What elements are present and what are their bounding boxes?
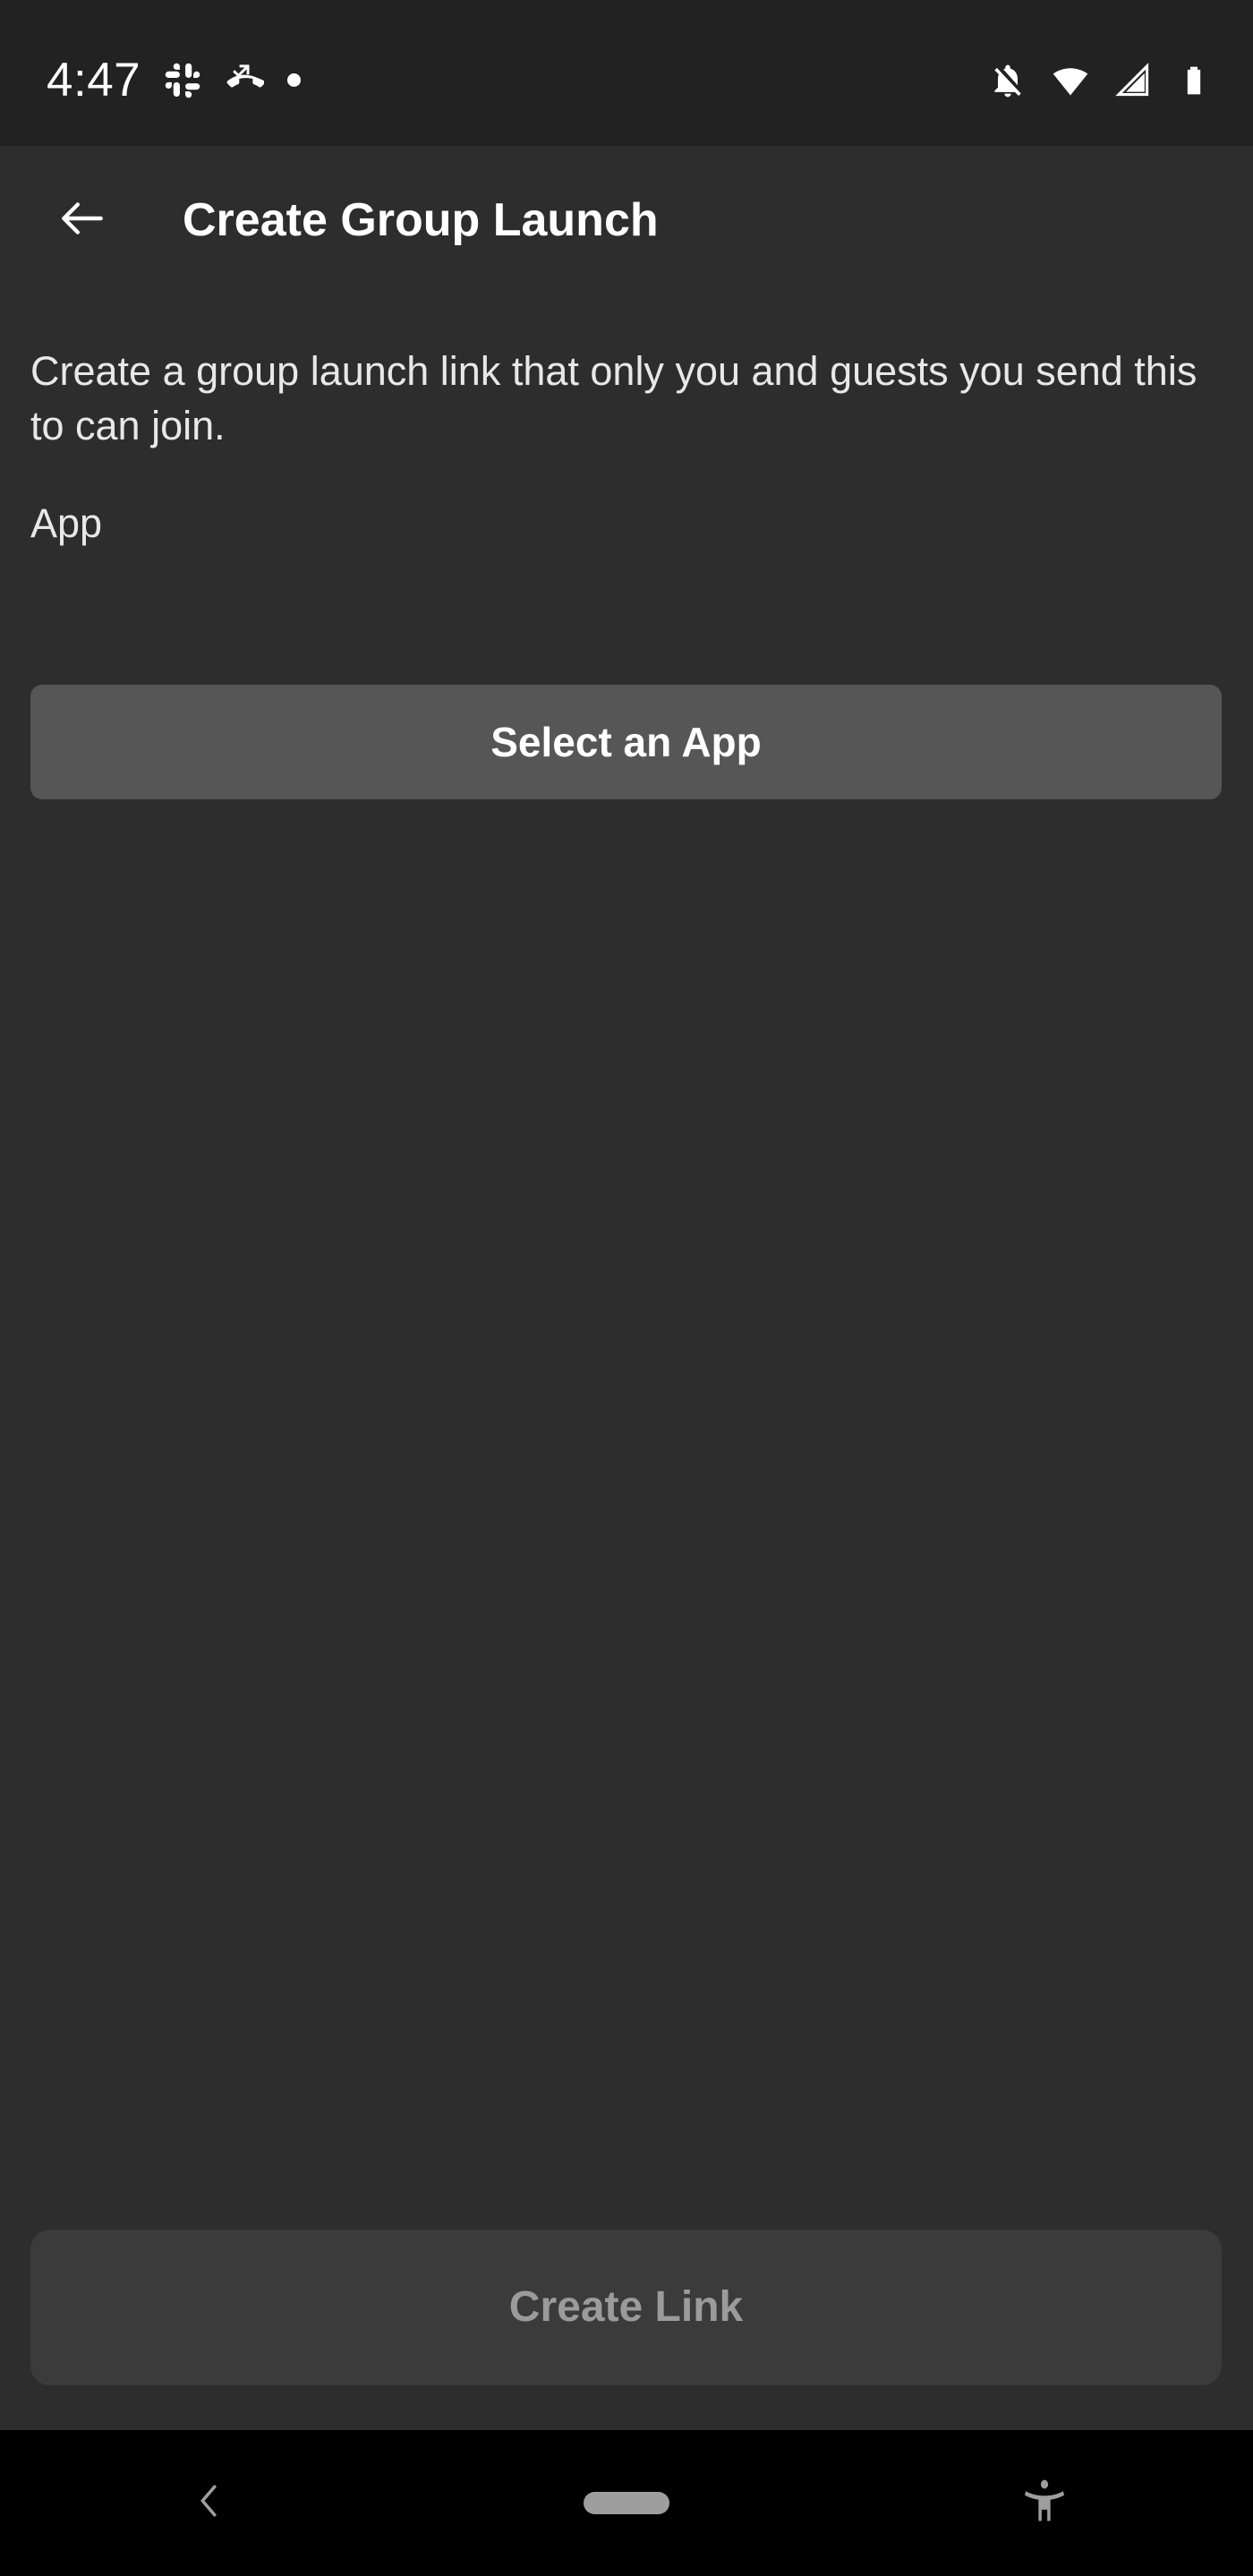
silent-mode-icon — [988, 61, 1027, 100]
status-bar-clock: 4:47 — [47, 54, 141, 107]
app-bar: Create Group Launch — [0, 146, 1253, 294]
nav-back-button[interactable] — [119, 2450, 298, 2557]
page-title: Create Group Launch — [183, 194, 659, 246]
cellular-signal-icon — [1113, 61, 1153, 100]
back-button[interactable] — [32, 170, 132, 270]
status-bar: 4:47 — [0, 0, 1253, 146]
status-bar-right — [988, 61, 1212, 100]
notification-dot-icon — [287, 73, 302, 87]
description-text: Create a group launch link that only you… — [30, 348, 1198, 448]
select-app-button[interactable]: Select an App — [30, 685, 1222, 799]
status-bar-left: 4:47 — [47, 54, 302, 107]
slack-icon — [164, 62, 201, 99]
system-navigation-bar — [0, 2430, 1253, 2576]
arrow-left-icon — [55, 191, 110, 251]
phone-screen: 4:47 Create Group Launch Create a group … — [0, 0, 1253, 2576]
wifi-icon — [1051, 61, 1090, 100]
nav-home-button[interactable] — [537, 2450, 716, 2557]
app-section-label: App — [30, 499, 103, 546]
create-link-button-label: Create Link — [508, 2283, 744, 2331]
accessibility-icon — [1019, 2476, 1070, 2530]
home-pill-icon — [583, 2492, 669, 2514]
main-content: Create a group launch link that only you… — [0, 294, 1253, 799]
nav-accessibility-button[interactable] — [955, 2450, 1134, 2557]
battery-icon — [1176, 63, 1212, 98]
select-app-button-label: Select an App — [490, 719, 762, 765]
create-link-button[interactable]: Create Link — [30, 2230, 1222, 2385]
chevron-left-icon — [184, 2477, 233, 2529]
missed-call-icon — [225, 61, 266, 100]
